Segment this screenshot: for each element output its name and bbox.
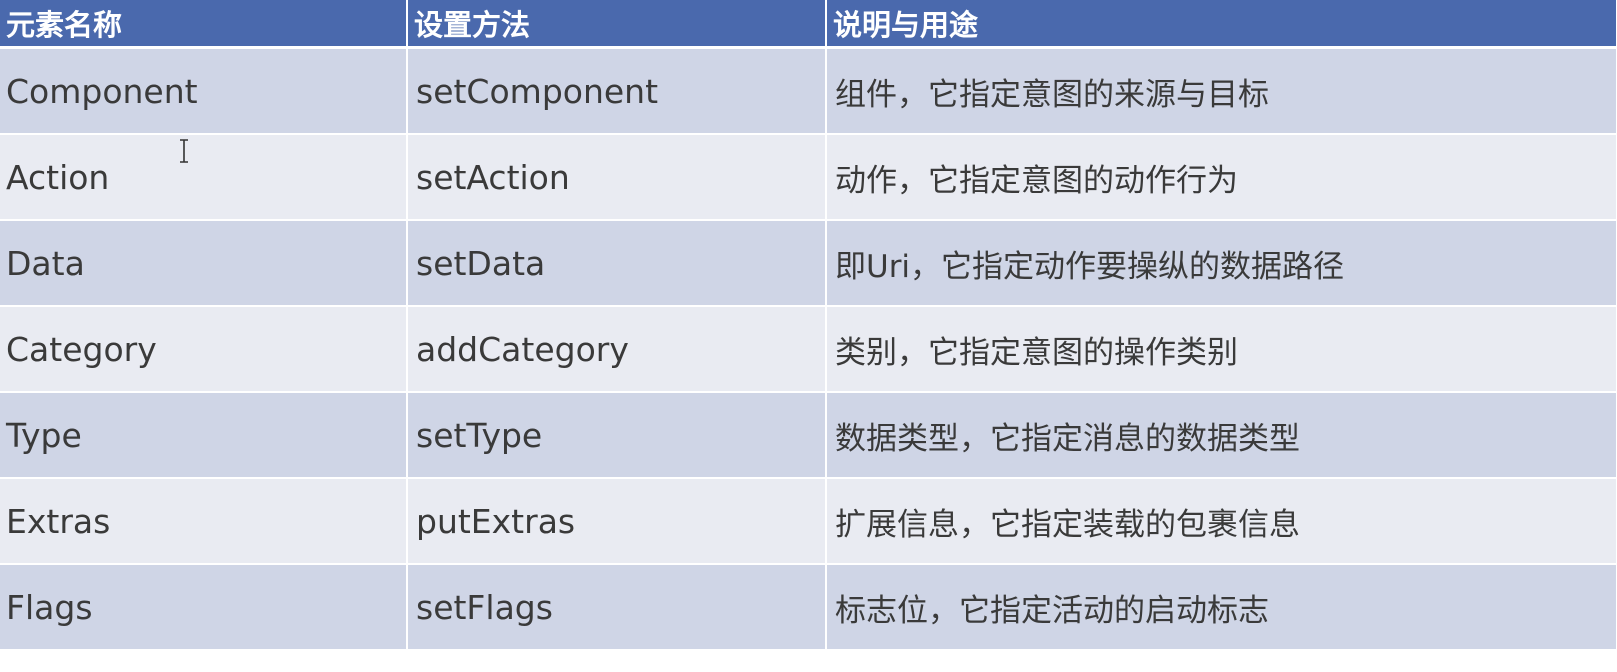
- cell-description: 数据类型，它指定消息的数据类型: [826, 392, 1617, 479]
- cell-element-name: Category: [0, 306, 408, 393]
- cell-set-method: setType: [407, 392, 827, 479]
- table-row: Data setData 即Uri，它指定动作要操纵的数据路径: [0, 220, 1617, 307]
- cell-description: 标志位，它指定活动的启动标志: [826, 564, 1617, 651]
- cell-description: 类别，它指定意图的操作类别: [826, 306, 1617, 393]
- header-element-name: 元素名称: [0, 0, 408, 49]
- cell-element-name: Component: [0, 47, 408, 135]
- header-set-method: 设置方法: [407, 0, 827, 49]
- intent-elements-table: 元素名称 设置方法 说明与用途 Component setComponent 组…: [0, 0, 1617, 651]
- cell-description: 组件，它指定意图的来源与目标: [826, 47, 1617, 135]
- table-row: Action setAction 动作，它指定意图的动作行为: [0, 134, 1617, 221]
- cell-set-method: setFlags: [407, 564, 827, 651]
- table-row: Extras putExtras 扩展信息，它指定装载的包裹信息: [0, 478, 1617, 565]
- table-row: Flags setFlags 标志位，它指定活动的启动标志: [0, 564, 1617, 651]
- cell-element-name: Type: [0, 392, 408, 479]
- cell-element-name: Action: [0, 134, 408, 221]
- cell-description: 动作，它指定意图的动作行为: [826, 134, 1617, 221]
- cell-description: 扩展信息，它指定装载的包裹信息: [826, 478, 1617, 565]
- cell-element-name: Data: [0, 220, 408, 307]
- cell-element-name: Extras: [0, 478, 408, 565]
- cell-element-name: Flags: [0, 564, 408, 651]
- cell-set-method: putExtras: [407, 478, 827, 565]
- cell-set-method: addCategory: [407, 306, 827, 393]
- header-description: 说明与用途: [826, 0, 1617, 49]
- cell-set-method: setData: [407, 220, 827, 307]
- table-row: Type setType 数据类型，它指定消息的数据类型: [0, 392, 1617, 479]
- cell-set-method: setComponent: [407, 47, 827, 135]
- table-row: Category addCategory 类别，它指定意图的操作类别: [0, 306, 1617, 393]
- table-header-row: 元素名称 设置方法 说明与用途: [0, 0, 1617, 49]
- table-row: Component setComponent 组件，它指定意图的来源与目标: [0, 47, 1617, 135]
- cell-set-method: setAction: [407, 134, 827, 221]
- cell-description: 即Uri，它指定动作要操纵的数据路径: [826, 220, 1617, 307]
